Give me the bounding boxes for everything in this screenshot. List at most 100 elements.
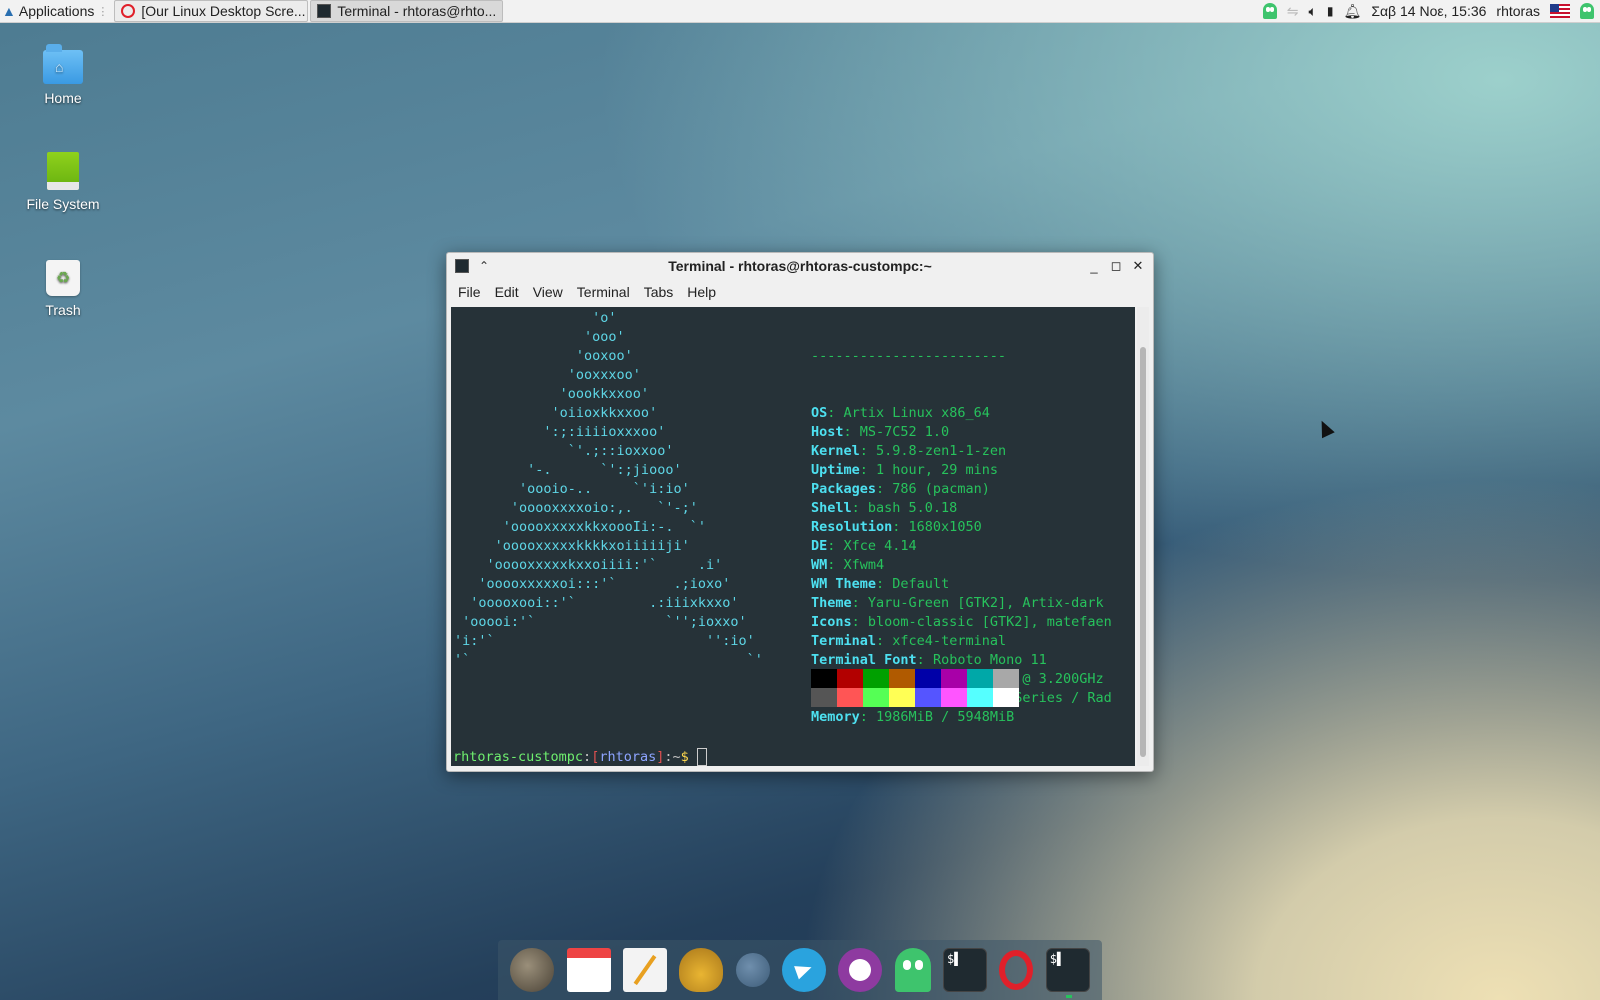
terminal-running-icon[interactable]: $▌ xyxy=(1045,948,1090,998)
color-swatch xyxy=(863,669,889,688)
terminal-glyph: $▌ xyxy=(1049,952,1065,966)
info-value: 1 hour, 29 mins xyxy=(876,462,998,478)
terminal-icon[interactable]: $▌ xyxy=(943,948,988,992)
top-panel: ▲ Applications ⋮ [Our Linux Desktop Scre… xyxy=(0,0,1600,23)
info-line: OS: Artix Linux x86_64 xyxy=(811,405,990,421)
info-line: Memory: 1986MiB / 5948MiB xyxy=(811,709,1015,725)
window-titlebar[interactable]: ⌃ Terminal - rhtoras@rhtoras-custompc:~ … xyxy=(447,253,1153,279)
battery-icon[interactable]: ▮ xyxy=(1327,4,1334,18)
info-line: Packages: 786 (pacman) xyxy=(811,481,990,497)
shade-chevron-up-icon[interactable]: ⌃ xyxy=(479,259,489,273)
prompt-user: rhtoras xyxy=(599,749,657,765)
opera-icon[interactable] xyxy=(999,950,1034,990)
media-player-icon[interactable] xyxy=(838,948,883,992)
terminal-scrollbar[interactable] xyxy=(1137,307,1149,766)
user-menu[interactable]: rhtoras xyxy=(1496,3,1540,19)
drive-icon xyxy=(47,152,79,190)
color-swatch xyxy=(811,688,837,707)
prompt-symbol: $ xyxy=(680,749,689,765)
info-value: 1986MiB / 5948MiB xyxy=(876,709,1015,725)
trash-icon: ♻ xyxy=(46,260,80,296)
menu-tabs[interactable]: Tabs xyxy=(637,284,681,300)
color-swatch xyxy=(915,669,941,688)
info-key: OS xyxy=(811,405,828,421)
shell-prompt: rhtoras-custompc:[rhtoras]:~$ xyxy=(453,748,707,766)
desktop-icon-label: Home xyxy=(44,90,82,106)
menu-file[interactable]: File xyxy=(451,284,488,300)
color-swatch xyxy=(811,669,837,688)
ghost-tray-icon[interactable] xyxy=(1262,3,1277,19)
window-title: Terminal - rhtoras@rhtoras-custompc:~ xyxy=(668,258,932,274)
desktop-icon-home[interactable]: ⌂ Home xyxy=(8,44,118,106)
maximize-icon[interactable]: ◻ xyxy=(1109,258,1123,273)
menu-help[interactable]: Help xyxy=(680,284,723,300)
color-swatch xyxy=(889,688,915,707)
desktop-icon-file-system[interactable]: File System xyxy=(8,152,118,212)
terminal-window[interactable]: ⌃ Terminal - rhtoras@rhtoras-custompc:~ … xyxy=(446,252,1154,772)
prompt-host: rhtoras-custompc xyxy=(453,749,584,765)
info-key: WM xyxy=(811,557,828,573)
home-folder-icon: ⌂ xyxy=(43,44,83,84)
menu-view[interactable]: View xyxy=(526,284,570,300)
info-value: Artix Linux x86_64 xyxy=(843,405,990,421)
info-value: Default xyxy=(892,576,950,592)
applications-menu[interactable]: ▲ Applications ⋮ xyxy=(0,0,112,22)
text-editor-icon[interactable] xyxy=(622,948,667,992)
color-swatch xyxy=(837,669,863,688)
info-line: Shell: bash 5.0.18 xyxy=(811,500,958,516)
info-line: Host: MS-7C52 1.0 xyxy=(811,424,950,440)
taskbar-opera-window[interactable]: [Our Linux Desktop Scre... xyxy=(114,0,309,22)
minimize-icon[interactable]: _ xyxy=(1087,259,1101,274)
info-value: 1680x1050 xyxy=(908,519,982,535)
ghost-app-icon[interactable] xyxy=(894,948,931,992)
info-line: DE: Xfce 4.14 xyxy=(811,538,917,554)
running-indicator xyxy=(1065,995,1072,998)
info-value: bloom-classic [GTK2], matefaen xyxy=(867,614,1112,630)
info-key: Packages xyxy=(811,481,877,497)
gimp-icon[interactable] xyxy=(510,948,555,992)
notification-bell-icon[interactable]: 🔔︎ xyxy=(1344,3,1362,20)
info-line: Kernel: 5.9.8-zen1-1-zen xyxy=(811,443,1007,459)
terminal-output[interactable]: 'o' 'ooo' 'ooxoo' 'ooxxxoo' 'oookkxxoo' … xyxy=(451,307,1135,766)
desktop-icon-label: Trash xyxy=(45,302,81,318)
artix-logo-icon: ▲ xyxy=(2,3,16,19)
mouse-pointer-icon xyxy=(1315,417,1335,439)
task-label: [Our Linux Desktop Scre... xyxy=(141,3,306,19)
info-value: MS-7C52 1.0 xyxy=(859,424,950,440)
prompt-dir: ~ xyxy=(672,749,681,765)
menu-edit[interactable]: Edit xyxy=(488,284,526,300)
globe-icon[interactable] xyxy=(735,953,770,987)
desktop-icon-label: File System xyxy=(26,196,100,212)
info-key: DE xyxy=(811,538,828,554)
color-swatch xyxy=(941,669,967,688)
color-swatch xyxy=(889,669,915,688)
info-value: Roboto Mono 11 xyxy=(932,652,1047,668)
scrollbar-thumb[interactable] xyxy=(1140,347,1146,757)
color-swatch xyxy=(941,688,967,707)
opera-icon xyxy=(121,4,136,18)
color-swatch xyxy=(993,669,1019,688)
info-key: Theme xyxy=(811,595,852,611)
color-swatch xyxy=(837,688,863,707)
menu-terminal[interactable]: Terminal xyxy=(570,284,637,300)
info-line: Resolution: 1680x1050 xyxy=(811,519,982,535)
teapot-icon[interactable] xyxy=(679,948,724,992)
info-value: Yaru-Green [GTK2], Artix-dark xyxy=(867,595,1104,611)
desktop-icon-trash[interactable]: ♻ Trash xyxy=(8,260,118,318)
terminal-window-icon[interactable] xyxy=(455,259,469,273)
network-icon[interactable]: ⇋ xyxy=(1287,3,1299,20)
clock[interactable]: Σαβ 14 Νοε, 15:36 xyxy=(1371,3,1486,19)
task-label: Terminal - rhtoras@rhto... xyxy=(337,3,497,19)
info-value: Xfwm4 xyxy=(843,557,885,573)
taskbar-terminal-window[interactable]: Terminal - rhtoras@rhto... xyxy=(310,0,504,22)
volume-icon[interactable]: 🔈︎ xyxy=(1309,3,1317,20)
info-line: Uptime: 1 hour, 29 mins xyxy=(811,462,998,478)
color-palette xyxy=(811,669,1019,707)
separator-handle[interactable]: ⋮ xyxy=(97,5,108,18)
calendar-icon[interactable] xyxy=(566,948,611,992)
info-line: WM: Xfwm4 xyxy=(811,557,885,573)
close-icon[interactable]: ✕ xyxy=(1131,258,1145,273)
keyboard-layout-flag-icon[interactable] xyxy=(1550,4,1570,18)
telegram-icon[interactable] xyxy=(781,948,826,992)
ghost-tray-icon-2[interactable] xyxy=(1580,3,1594,19)
